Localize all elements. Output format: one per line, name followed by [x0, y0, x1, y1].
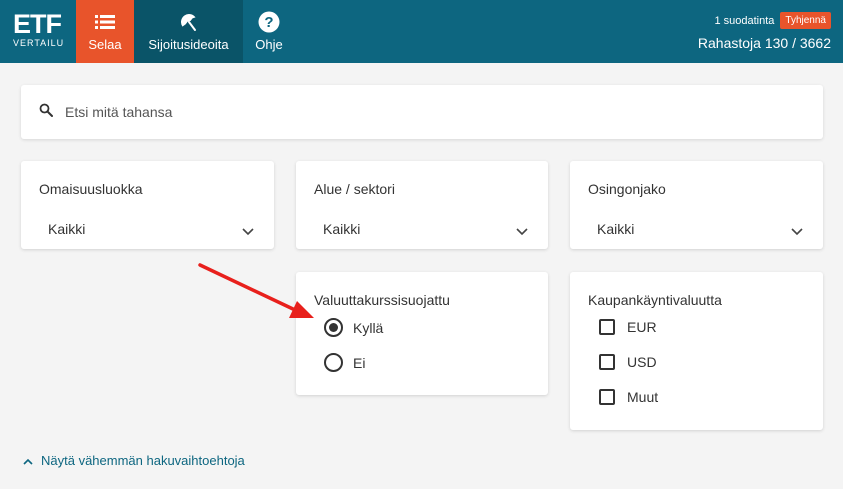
active-filter-count: 1 suodatinta	[714, 14, 775, 27]
chevron-up-icon	[23, 453, 33, 468]
top-bar: ETF VERTAILU Selaa Sijoitusideoita ? Ohj…	[0, 0, 843, 63]
search-input[interactable]	[65, 104, 765, 120]
chevron-down-icon	[516, 223, 528, 241]
asset-class-value: Kaikki	[48, 221, 86, 237]
fund-summary: 1 suodatinta Tyhjennä Rahastoja 130 / 36…	[698, 12, 831, 51]
asset-class-title: Omaisuusluokka	[39, 181, 143, 197]
checkbox[interactable]	[599, 319, 615, 335]
list-icon	[95, 11, 115, 33]
currency-option-other-label: Muut	[627, 389, 659, 405]
region-filter: Alue / sektori Kaikki	[296, 161, 548, 249]
asset-class-filter: Omaisuusluokka Kaikki	[21, 161, 274, 249]
hedged-option-yes[interactable]: Kyllä	[324, 318, 383, 337]
chevron-down-icon	[791, 223, 803, 241]
trading-currency-filter: Kaupankäyntivaluutta EUR USD Muut	[570, 272, 823, 430]
svg-text:?: ?	[264, 14, 273, 31]
nav-ohje-label: Ohje	[255, 37, 283, 52]
logo-text: ETF	[13, 9, 62, 39]
currency-hedged-title: Valuuttakurssisuojattu	[314, 292, 450, 308]
clear-filters-button[interactable]: Tyhjennä	[780, 12, 831, 29]
checkbox[interactable]	[599, 354, 615, 370]
currency-option-usd-label: USD	[627, 354, 657, 370]
currency-option-eur-label: EUR	[627, 319, 657, 335]
nav-selaa-label: Selaa	[88, 37, 122, 52]
nav-ohje[interactable]: ? Ohje	[246, 0, 292, 63]
fund-count: Rahastoja 130 / 3662	[697, 35, 831, 51]
checkbox[interactable]	[599, 389, 615, 405]
show-less-label: Näytä vähemmän hakuvaihtoehtoja	[41, 453, 245, 468]
hedged-option-yes-label: Kyllä	[353, 319, 384, 336]
help-icon: ?	[258, 11, 280, 33]
currency-option-eur[interactable]: EUR	[599, 319, 657, 335]
currency-option-other[interactable]: Muut	[599, 389, 658, 405]
show-less-options-link[interactable]: Näytä vähemmän hakuvaihtoehtoja	[23, 453, 245, 468]
dividend-filter: Osingonjako Kaikki	[570, 161, 823, 249]
search-icon	[39, 103, 53, 122]
dividend-value: Kaikki	[597, 221, 635, 237]
hedged-option-no[interactable]: Ei	[324, 353, 365, 372]
etf-vertailu-logo[interactable]: ETF VERTAILU	[13, 9, 65, 49]
currency-option-usd[interactable]: USD	[599, 354, 657, 370]
radio-selected[interactable]	[324, 318, 343, 337]
trading-currency-title: Kaupankäyntivaluutta	[588, 292, 722, 308]
umbrella-icon	[178, 11, 200, 33]
region-title: Alue / sektori	[314, 181, 395, 197]
nav-selaa[interactable]: Selaa	[76, 0, 134, 63]
nav-sijoitusideoita[interactable]: Sijoitusideoita	[134, 0, 243, 63]
logo-subtext: VERTAILU	[13, 38, 65, 48]
currency-hedged-filter: Valuuttakurssisuojattu Kyllä Ei	[296, 272, 548, 395]
chevron-down-icon	[242, 223, 254, 241]
region-value: Kaikki	[323, 221, 361, 237]
nav-sijoitusideoita-label: Sijoitusideoita	[148, 37, 229, 52]
radio-unselected[interactable]	[324, 353, 343, 372]
hedged-option-no-label: Ei	[353, 354, 366, 371]
dividend-title: Osingonjako	[588, 181, 666, 197]
search-bar[interactable]	[21, 85, 823, 139]
